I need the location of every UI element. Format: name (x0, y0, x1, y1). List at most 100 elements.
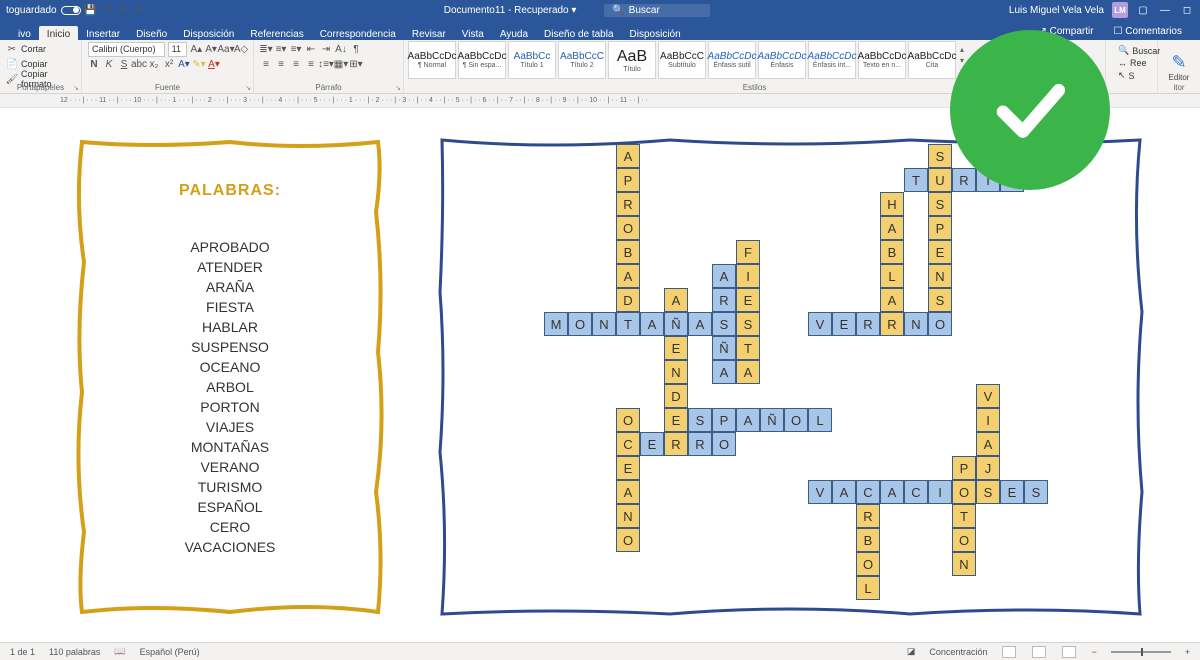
align-center-icon[interactable]: ≡ (275, 58, 287, 70)
crossword-cell: B (880, 240, 904, 264)
subscript-icon[interactable]: x₂ (148, 58, 160, 70)
change-case-icon[interactable]: Aa▾ (220, 43, 232, 55)
search-placeholder: Buscar (629, 5, 660, 16)
autosave-toggle[interactable] (61, 6, 81, 15)
style-thumb[interactable]: AaBbCcTítulo 1 (508, 41, 556, 79)
crossword-cell: O (616, 528, 640, 552)
autosave-label: toguardado (6, 5, 57, 16)
comments-button[interactable]: ☐ Comentarios (1106, 23, 1190, 40)
avatar[interactable]: LM (1112, 2, 1128, 18)
word-item: VERANO (70, 457, 390, 477)
underline-icon[interactable]: S (118, 58, 130, 70)
crossword-cell: R (712, 288, 736, 312)
zoom-slider[interactable] (1111, 651, 1171, 653)
crossword-cell: I (928, 480, 952, 504)
style-thumb[interactable]: AaBbCcCTítulo 2 (558, 41, 606, 79)
crossword-cell: A (616, 264, 640, 288)
dialog-launcher-icon[interactable]: ↘ (245, 84, 251, 92)
find-button[interactable]: 🔍Buscar (1118, 45, 1145, 56)
style-thumb[interactable]: AaBbCcDc¶ Normal (408, 41, 456, 79)
maximize-icon[interactable]: ◻ (1180, 5, 1194, 16)
crossword-cell: S (736, 312, 760, 336)
style-thumb[interactable]: AaBbCcDcTexto en n... (858, 41, 906, 79)
bold-icon[interactable]: N (88, 58, 100, 70)
superscript-icon[interactable]: x² (163, 58, 175, 70)
multilevel-icon[interactable]: ≡▾ (290, 43, 302, 55)
shrink-font-icon[interactable]: A▾ (205, 43, 217, 55)
editor-icon[interactable]: ✎ (1171, 52, 1186, 73)
print-layout-icon[interactable] (1032, 646, 1046, 658)
borders-icon[interactable]: ⊞▾ (350, 58, 362, 70)
font-color-icon[interactable]: A▾ (208, 58, 220, 70)
crossword-cell: C (904, 480, 928, 504)
dec-indent-icon[interactable]: ⇤ (305, 43, 317, 55)
crossword-cell: E (928, 240, 952, 264)
strike-icon[interactable]: abc (133, 58, 145, 70)
highlight-icon[interactable]: ✎▾ (193, 58, 205, 70)
qat-more-icon[interactable]: ▾ (133, 4, 145, 16)
style-thumb[interactable]: AaBbCcDc¶ Sin espa... (458, 41, 506, 79)
save-icon[interactable]: 💾 (85, 4, 97, 16)
zoom-in-icon[interactable]: + (1185, 647, 1190, 657)
dialog-launcher-icon[interactable]: ↘ (73, 84, 79, 92)
align-left-icon[interactable]: ≡ (260, 58, 272, 70)
grow-font-icon[interactable]: A▴ (190, 43, 202, 55)
font-size-select[interactable]: 11 (168, 42, 188, 57)
crossword-cell: A (736, 408, 760, 432)
select-button[interactable]: ↖S (1118, 70, 1145, 81)
redo-icon[interactable]: ▾ (117, 4, 129, 16)
read-mode-icon[interactable] (1002, 646, 1016, 658)
italic-icon[interactable]: K (103, 58, 115, 70)
crossword-cell: O (928, 312, 952, 336)
style-thumb[interactable]: AaBbCcDcÉnfasis sutil (708, 41, 756, 79)
replace-button[interactable]: ↔Ree (1118, 58, 1145, 68)
web-layout-icon[interactable] (1062, 646, 1076, 658)
crossword-cell: E (640, 432, 664, 456)
style-thumb[interactable]: AaBbCcDcCita (908, 41, 956, 79)
inc-indent-icon[interactable]: ⇥ (320, 43, 332, 55)
pilcrow-icon[interactable]: ¶ (350, 43, 362, 55)
word-list: APROBADOATENDERARAÑAFIESTAHABLARSUSPENSO… (70, 237, 390, 557)
editor-label[interactable]: Editor (1169, 73, 1190, 82)
style-thumb[interactable]: AaBbCcCSubtítulo (658, 41, 706, 79)
font-family-select[interactable]: Calibri (Cuerpo) (88, 42, 165, 57)
focus-label[interactable]: Concentración (929, 647, 987, 657)
crossword-cell: L (880, 264, 904, 288)
zoom-out-icon[interactable]: − (1091, 647, 1096, 657)
ribbon-display-icon[interactable]: ▢ (1136, 5, 1150, 16)
style-thumb[interactable]: AaBTítulo (608, 41, 656, 79)
copy-icon[interactable]: 📄 (6, 58, 18, 70)
crossword-cell: H (880, 192, 904, 216)
crossword-cell: C (856, 480, 880, 504)
page-indicator[interactable]: 1 de 1 (10, 647, 35, 657)
word-count[interactable]: 110 palabras (49, 647, 100, 657)
style-thumb[interactable]: AaBbCcDcÉnfasis (758, 41, 806, 79)
crossword-cell: A (976, 432, 1000, 456)
spellcheck-icon[interactable]: 📖 (114, 646, 125, 657)
user-name[interactable]: Luis Miguel Vela Vela (1009, 5, 1104, 16)
minimize-icon[interactable]: — (1158, 5, 1172, 16)
justify-icon[interactable]: ≡ (305, 58, 317, 70)
crossword-cell: O (568, 312, 592, 336)
text-effects-icon[interactable]: A▾ (178, 58, 190, 70)
undo-icon[interactable]: ↺ (101, 4, 113, 16)
sort-icon[interactable]: A↓ (335, 43, 347, 55)
dialog-launcher-icon[interactable]: ↘ (395, 84, 401, 92)
shading-icon[interactable]: ▦▾ (335, 58, 347, 70)
document-title[interactable]: Documento11 - Recuperado ▾ (444, 5, 577, 16)
replace-icon: ↔ (1118, 58, 1127, 68)
clear-format-icon[interactable]: A◇ (235, 43, 247, 55)
cut-icon[interactable]: ✂ (6, 43, 18, 55)
crossword-cell: A (736, 360, 760, 384)
bullets-icon[interactable]: ≣▾ (260, 43, 272, 55)
numbering-icon[interactable]: ≡▾ (275, 43, 287, 55)
crossword-cell: U (928, 168, 952, 192)
crossword-cell: V (808, 312, 832, 336)
align-right-icon[interactable]: ≡ (290, 58, 302, 70)
crossword-cell: E (736, 288, 760, 312)
language-indicator[interactable]: Español (Perú) (140, 647, 200, 657)
style-thumb[interactable]: AaBbCcDcÉnfasis int... (808, 41, 856, 79)
focus-mode-icon[interactable]: ◪ (907, 646, 916, 657)
line-spacing-icon[interactable]: ↕≡▾ (320, 58, 332, 70)
searchbar[interactable]: 🔍 Buscar (604, 4, 710, 17)
